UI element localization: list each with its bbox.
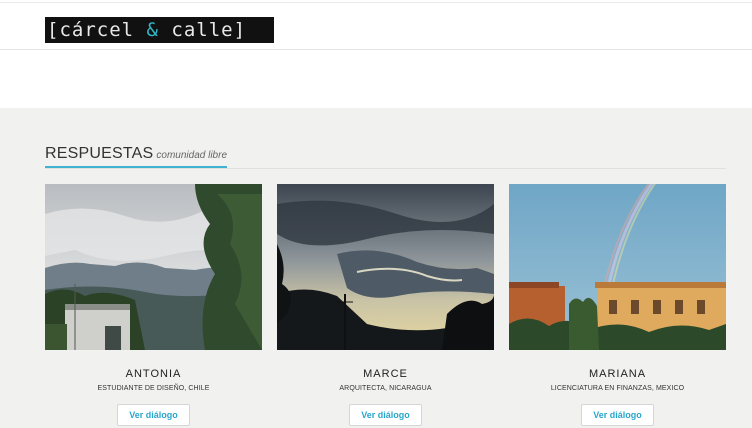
logo-ampersand: & [146,19,159,41]
site-logo[interactable]: [cárcel & calle] [45,17,274,43]
logo-prefix: [cárcel [47,19,147,41]
view-dialogue-button[interactable]: Ver diálogo [117,404,190,426]
profile-photo [509,184,726,350]
profile-role: LICENCIATURA EN FINANZAS, MEXICO [550,385,685,392]
section-header: RESPUESTAS comunidad libre [45,145,726,169]
profile-photo [277,184,494,350]
section-subtitle: comunidad libre [156,150,228,161]
site-header: [cárcel & calle] [0,3,752,50]
profile-card: MARIANA LICENCIATURA EN FINANZAS, MEXICO… [509,184,726,428]
view-dialogue-button[interactable]: Ver diálogo [581,404,654,426]
profile-name: MARIANA [588,368,647,380]
profile-name: MARCE [363,368,408,380]
view-dialogue-button[interactable]: Ver diálogo [349,404,422,426]
respuestas-section: RESPUESTAS comunidad libre ANTONIA ESTUD… [0,108,752,428]
section-title-main: RESPUESTAS [45,145,154,162]
profile-card: ANTONIA ESTUDIANTE DE DISEÑO, CHILE Ver … [45,184,262,428]
profile-photo [45,184,262,350]
logo-suffix: calle] [158,19,247,41]
profile-card: MARCE ARQUITECTA, NICARAGUA Ver diálogo [277,184,494,428]
profile-role: ESTUDIANTE DE DISEÑO, CHILE [97,385,210,392]
profile-role: ARQUITECTA, NICARAGUA [339,385,432,392]
profile-name: ANTONIA [125,368,182,380]
page: [cárcel & calle] RESPUESTAS comunidad lib… [0,0,752,428]
section-title: RESPUESTAS comunidad libre [45,145,228,168]
